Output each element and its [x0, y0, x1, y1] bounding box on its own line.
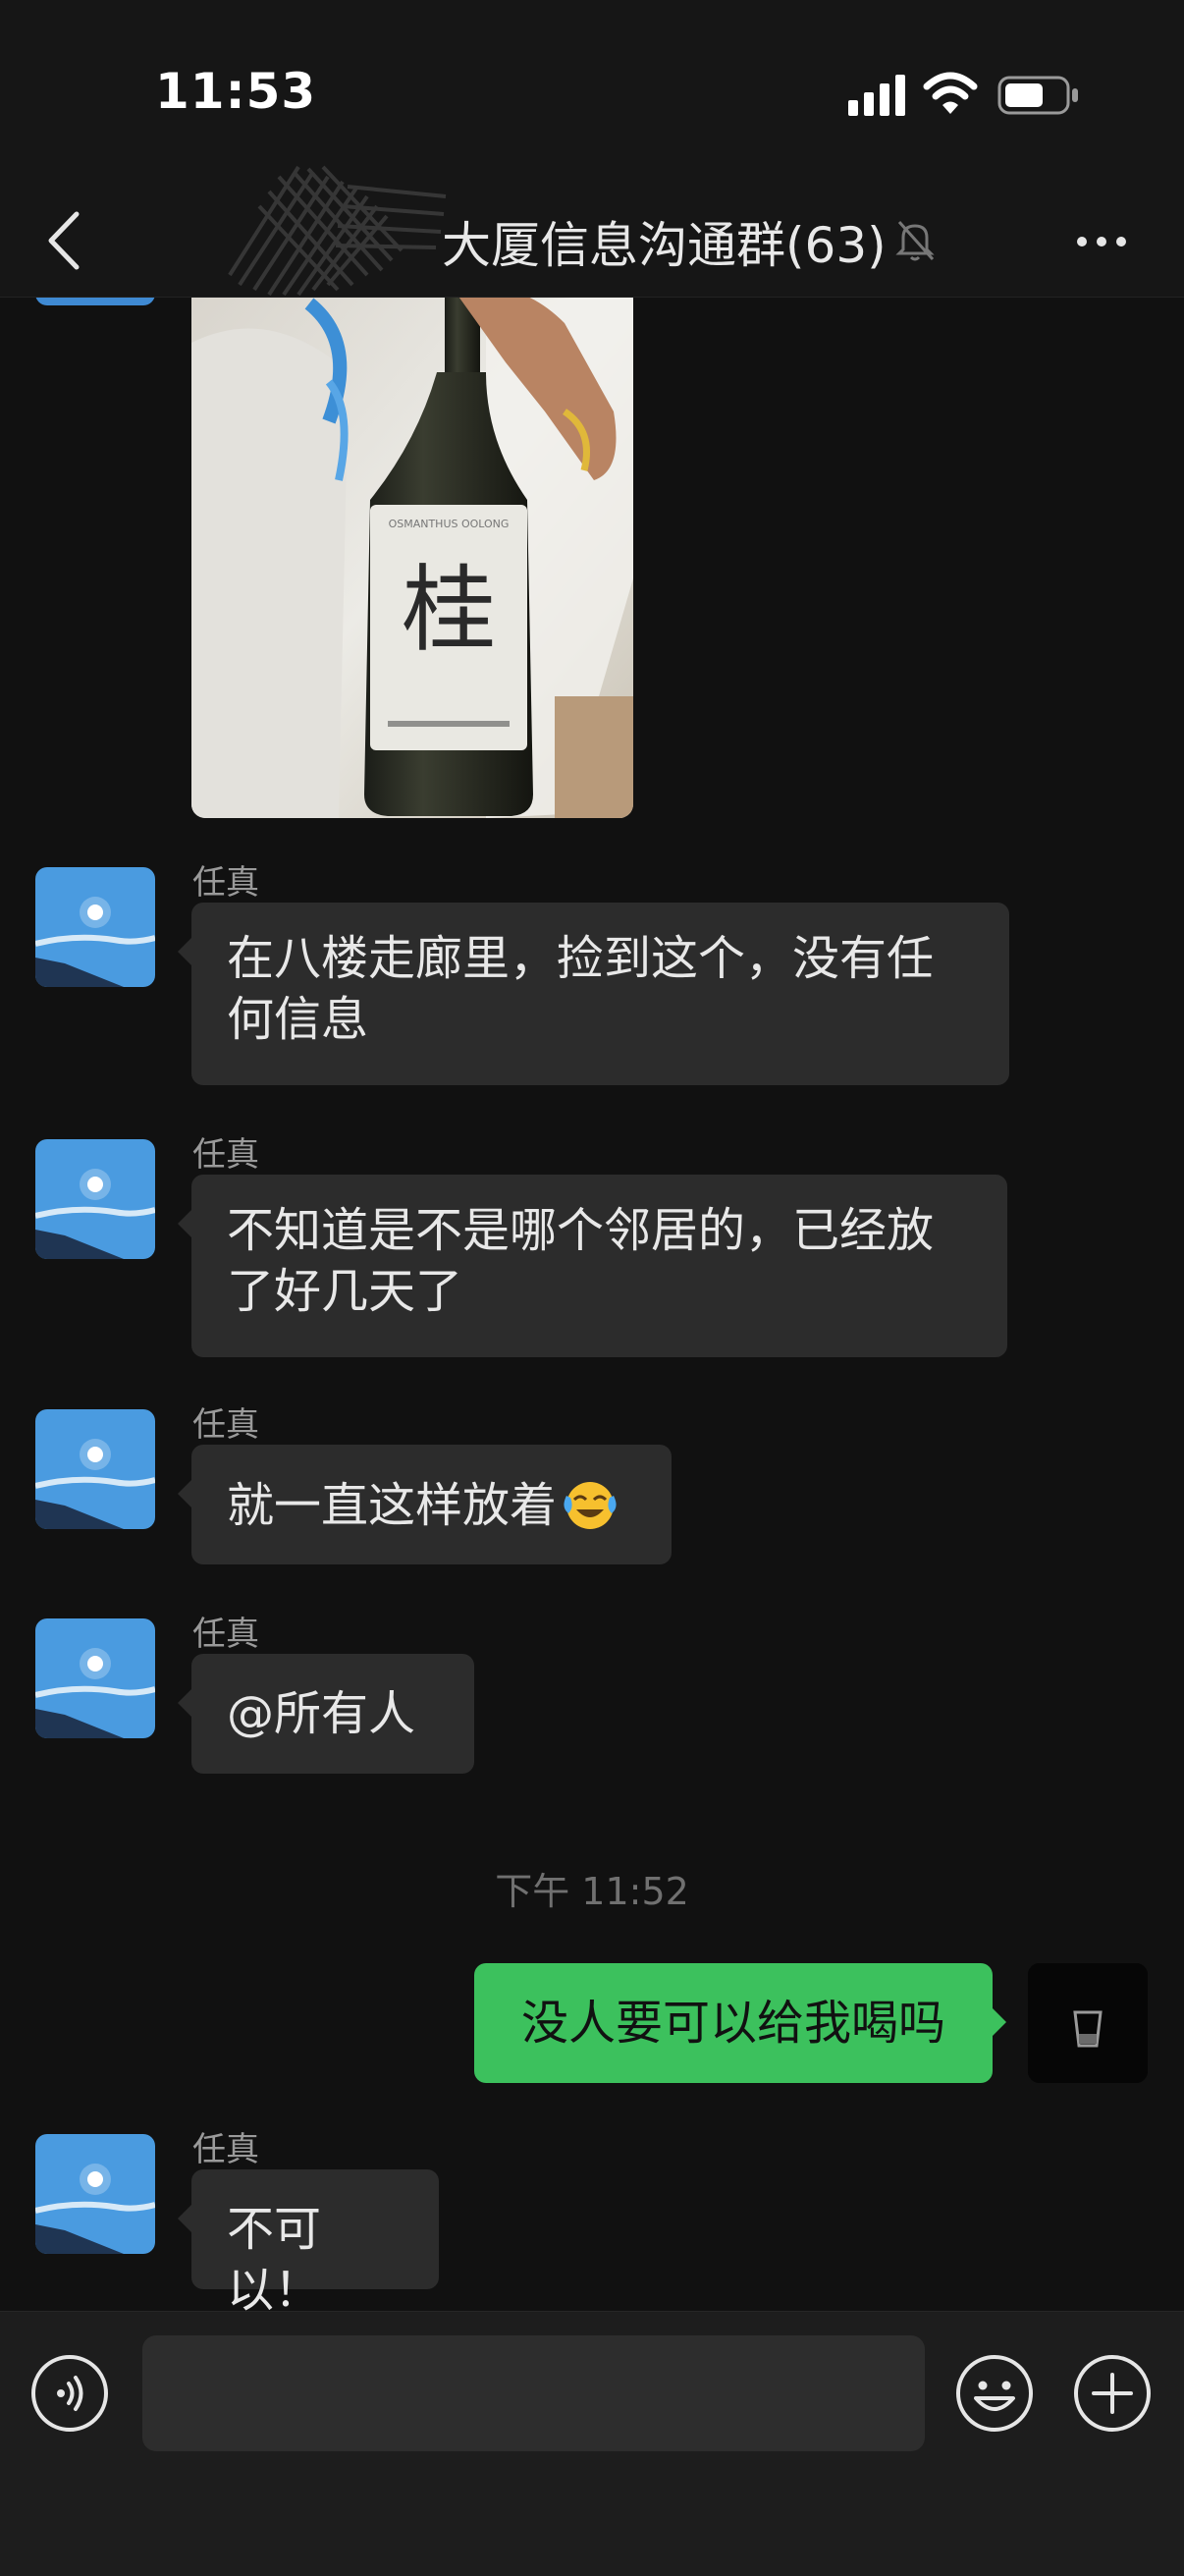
avatar[interactable]: [35, 2134, 155, 2254]
back-chevron-icon[interactable]: [45, 210, 84, 271]
bottle-label-caption: OSMANTHUS OOLONG: [389, 518, 510, 530]
bottle-label-character: 桂: [402, 555, 496, 665]
redaction-scribble: [228, 165, 447, 297]
message-bubble[interactable]: 不可以！: [178, 2169, 439, 2311]
my-message-bubble[interactable]: 没人要可以给我喝吗: [474, 1963, 1006, 2083]
message-text: 没人要可以给我喝吗: [520, 1996, 945, 2051]
avatar[interactable]: [35, 1409, 155, 1529]
message-input[interactable]: [142, 2335, 925, 2451]
cellular-signal-icon: [848, 75, 905, 116]
sender-name: 任真: [192, 863, 259, 903]
input-bar: [0, 2311, 1184, 2576]
sky-moon-avatar-icon: [35, 1139, 155, 1259]
sky-moon-avatar-icon: [35, 2134, 155, 2254]
time-divider: 下午 11:52: [495, 1870, 689, 1913]
voice-input-icon[interactable]: [29, 2353, 110, 2434]
sender-name: 任真: [192, 1135, 259, 1175]
my-avatar[interactable]: [1028, 1963, 1148, 2083]
mute-bell-icon: [895, 220, 935, 261]
plus-icon[interactable]: [1072, 2353, 1153, 2434]
message-text-line: 不知道是不是哪个邻居的，已经放: [227, 1203, 935, 1258]
wifi-icon: [923, 72, 978, 114]
sender-name: 任真: [192, 2130, 259, 2169]
avatar[interactable]: [35, 1139, 155, 1259]
crying-laughing-emoji-icon: [564, 1482, 617, 1529]
emoji-icon[interactable]: [954, 2353, 1035, 2434]
avatar[interactable]: [35, 867, 155, 987]
bottle-photo: OSMANTHUS OOLONG 桂: [191, 298, 633, 818]
sky-moon-avatar-icon: [35, 1618, 155, 1738]
chat-area[interactable]: OSMANTHUS OOLONG 桂 任真 在八楼走廊里，捡到这个，没有任 何信…: [0, 298, 1184, 2311]
message-text-line: 何信息: [227, 992, 369, 1047]
message-bubble[interactable]: 不知道是不是哪个邻居的，已经放 了好几天了: [178, 1175, 1007, 1357]
message-bubble[interactable]: 就一直这样放着: [178, 1445, 672, 1564]
group-title: 大厦信息沟通群(63): [442, 217, 887, 274]
message-text-line: 在八楼走廊里，捡到这个，没有任: [227, 931, 935, 986]
message-bubble[interactable]: 在八楼走廊里，捡到这个，没有任 何信息: [178, 903, 1009, 1085]
more-options-icon[interactable]: [1074, 224, 1129, 259]
message-text: 就一直这样放着: [227, 1478, 558, 1533]
message-text: 不可以！: [227, 2202, 322, 2311]
status-time: 11:53: [155, 63, 317, 120]
avatar[interactable]: [35, 298, 155, 305]
sender-name: 任真: [192, 1615, 259, 1654]
chat-header: 大厦信息沟通群(63): [0, 165, 1184, 298]
sender-name: 任真: [192, 1405, 259, 1445]
message-text-line: 了好几天了: [227, 1264, 463, 1319]
sky-moon-avatar-icon: [35, 867, 155, 987]
message-text: @所有人: [227, 1686, 416, 1741]
message-bubble[interactable]: @所有人: [178, 1654, 474, 1774]
battery-icon: [997, 76, 1078, 115]
avatar[interactable]: [35, 1618, 155, 1738]
glass-avatar-icon: [1028, 1963, 1148, 2083]
sky-moon-avatar-icon: [35, 1409, 155, 1529]
status-bar: 11:53: [0, 0, 1184, 187]
photo-message[interactable]: OSMANTHUS OOLONG 桂: [191, 298, 633, 818]
